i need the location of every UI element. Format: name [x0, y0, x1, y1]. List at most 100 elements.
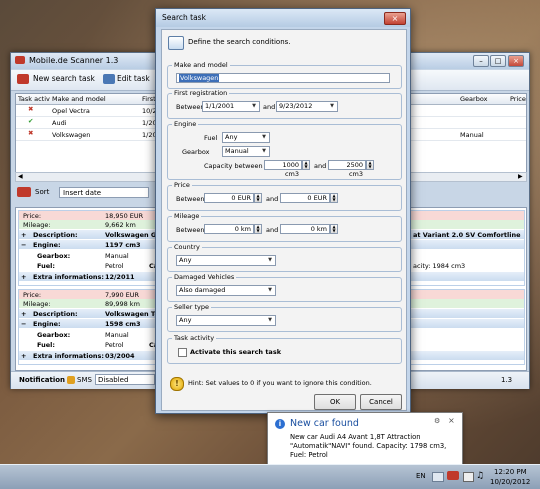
column-header[interactable]: Make and model	[52, 95, 106, 103]
mileage-from-input[interactable]: 0 km	[204, 224, 254, 234]
sort-car-icon	[17, 187, 31, 197]
scroll-left-icon[interactable]: ◀	[18, 173, 23, 180]
description-label: Description:	[33, 231, 78, 239]
mileage-value: 89,998 km	[105, 300, 140, 308]
make-model-group: Make and model Volkswagen	[167, 61, 402, 89]
column-header[interactable]: Price	[510, 95, 526, 103]
description-value: Volkswagen To	[105, 310, 159, 318]
capacity-from-input[interactable]: 1000 cm3	[264, 160, 302, 178]
fuel-label: Fuel:	[37, 262, 55, 270]
expand-icon[interactable]: +	[21, 231, 26, 239]
expand-icon[interactable]: +	[21, 352, 26, 360]
dropdown-arrow-icon: ▼	[330, 103, 334, 109]
dialog-close-button[interactable]: ×	[384, 12, 406, 25]
activate-checkbox[interactable]	[178, 348, 187, 357]
between-label: Between	[176, 226, 205, 234]
sms-select[interactable]: Disabled	[95, 374, 155, 385]
new-search-task-button[interactable]: New search task	[33, 74, 95, 83]
language-indicator[interactable]: EN	[416, 472, 426, 480]
ok-button[interactable]: OK	[314, 394, 356, 410]
seller-type-value: Any	[179, 316, 192, 324]
seller-type-select[interactable]: Any ▼	[176, 315, 276, 326]
country-select[interactable]: Any ▼	[176, 255, 276, 266]
mileage-from-spinner[interactable]: ▲ ▼	[254, 224, 262, 234]
collapse-icon[interactable]: −	[21, 241, 26, 249]
clock-time[interactable]: 12:20 PM	[494, 468, 527, 476]
dialog-titlebar: Search task ×	[156, 9, 410, 27]
collapse-icon[interactable]: −	[21, 320, 26, 328]
scroll-right-icon[interactable]: ▶	[518, 173, 523, 180]
expand-icon[interactable]: +	[21, 310, 26, 318]
mileage-value: 9,662 km	[105, 221, 136, 229]
engine-label: Engine	[172, 120, 199, 128]
expand-icon[interactable]: +	[21, 273, 26, 281]
capacity-to-input[interactable]: 2500 cm3	[328, 160, 366, 178]
price-from-spinner[interactable]: ▲ ▼	[254, 193, 262, 203]
gearbox-label: Gearbox	[182, 148, 210, 156]
price-from-input[interactable]: 0 EUR	[204, 193, 254, 203]
seller-type-group: Seller type Any ▼	[167, 303, 402, 332]
price-group: Price Between 0 EUR ▲ ▼ and 0 EUR ▲ ▼	[167, 181, 402, 211]
keyboard-icon[interactable]	[432, 472, 444, 482]
damaged-select[interactable]: Also damaged ▼	[176, 285, 276, 296]
extra-value: 03/2004	[105, 352, 135, 360]
country-value: Any	[179, 256, 192, 264]
price-to-input[interactable]: 0 EUR	[280, 193, 330, 203]
sort-select[interactable]: Insert date	[59, 187, 149, 198]
dropdown-arrow-icon: ▼	[268, 257, 272, 263]
mileage-label: Mileage	[172, 212, 202, 220]
notification-label: Notification	[19, 376, 66, 384]
first-reg-from-picker[interactable]: 1/1/2001 ▼	[202, 101, 260, 112]
gearbox-label: Gearbox:	[37, 252, 71, 260]
sms-icon	[67, 376, 75, 384]
close-button[interactable]: ×	[508, 55, 524, 67]
capacity-value-right: acity: 1984 cm3	[413, 262, 466, 270]
mileage-label: Mileage:	[23, 221, 51, 229]
extra-label: Extra informations:	[33, 273, 105, 281]
volume-icon[interactable]: ♫	[476, 471, 484, 481]
between-label: Between	[176, 103, 205, 111]
settings-icon[interactable]: ⚙	[434, 417, 440, 425]
close-notification-icon[interactable]: ×	[448, 416, 455, 425]
mileage-to-input[interactable]: 0 km	[280, 224, 330, 234]
extra-label: Extra informations:	[33, 352, 105, 360]
description-value-right: at Variant 2.0 SV Comfortline	[413, 231, 521, 239]
price-label: Price:	[23, 291, 42, 299]
network-icon[interactable]	[463, 472, 474, 482]
capacity-to-spinner[interactable]: ▲ ▼	[366, 160, 374, 170]
engine-label: Engine:	[33, 241, 61, 249]
mileage-to-spinner[interactable]: ▲ ▼	[330, 224, 338, 234]
maximize-button[interactable]: □	[490, 55, 506, 67]
mileage-group: Mileage Between 0 km ▲ ▼ and 0 km ▲ ▼	[167, 212, 402, 242]
first-reg-to-picker[interactable]: 9/23/2012 ▼	[276, 101, 338, 112]
cancel-button[interactable]: Cancel	[360, 394, 402, 410]
version-label: 1.3	[501, 376, 513, 384]
make-model-input[interactable]: Volkswagen	[176, 73, 390, 83]
info-icon: i	[275, 419, 285, 429]
make-model-value: Volkswagen	[179, 74, 220, 82]
damaged-label: Damaged Vehicles	[172, 273, 237, 281]
column-header[interactable]: Task activ	[18, 95, 50, 103]
inactive-icon: ✖	[28, 129, 34, 137]
minimize-button[interactable]: –	[473, 55, 489, 67]
and-label: and	[263, 103, 276, 111]
column-header[interactable]: Gearbox	[460, 95, 487, 103]
car-tray-icon[interactable]	[447, 471, 459, 480]
clock-date[interactable]: 10/20/2012	[490, 478, 530, 486]
notification-balloon[interactable]: i New car found ⚙ × New car Audi A4 Avan…	[267, 412, 463, 466]
capacity-label: Capacity between	[204, 162, 263, 170]
search-icon	[168, 36, 184, 50]
gearbox-cell: Manual	[460, 131, 484, 139]
dropdown-arrow-icon: ▼	[252, 103, 256, 109]
activate-checkbox-label[interactable]: Activate this search task	[190, 348, 281, 356]
gearbox-value: Manual	[105, 331, 129, 339]
dialog-body: Define the search conditions. Make and m…	[161, 29, 407, 411]
fuel-select[interactable]: Any ▼	[222, 132, 270, 143]
and-label: and	[314, 162, 327, 170]
capacity-from-spinner[interactable]: ▲ ▼	[302, 160, 310, 170]
engine-value: 1598 cm3	[105, 320, 141, 328]
gearbox-select[interactable]: Manual ▼	[222, 146, 270, 157]
price-to-spinner[interactable]: ▲ ▼	[330, 193, 338, 203]
edit-task-button[interactable]: Edit task	[117, 74, 150, 83]
description-label: Description:	[33, 310, 78, 318]
